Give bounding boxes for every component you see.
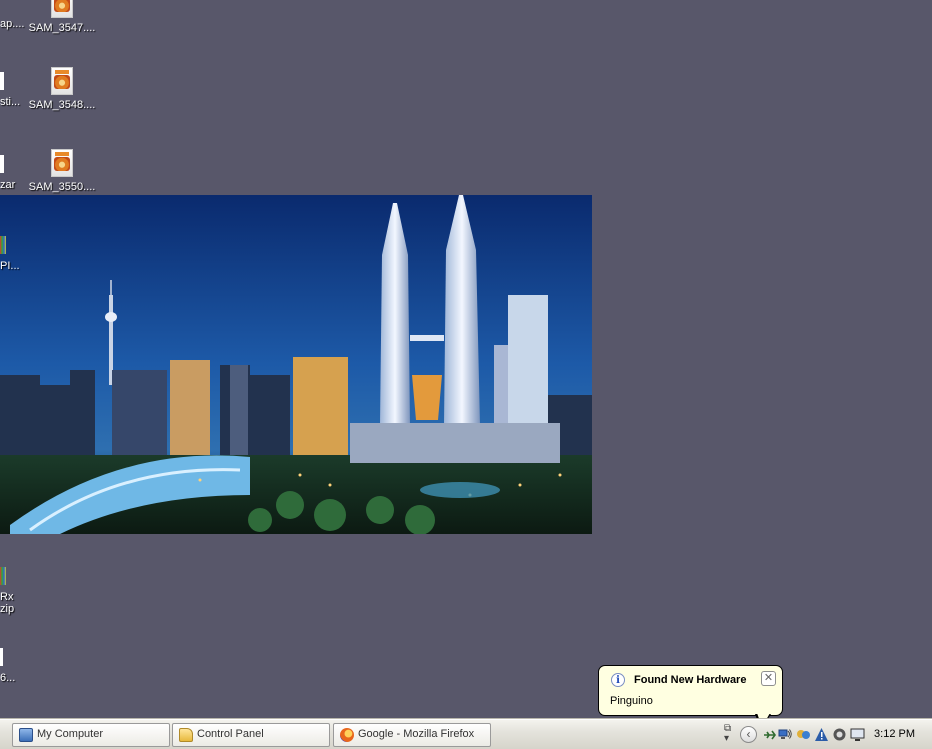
desktop-file-icon[interactable]: SAM_3550.... [24, 149, 100, 193]
desktop-icon-label: SAM_3550.... [28, 181, 96, 193]
image-file-icon [51, 0, 73, 18]
city-skyline-illustration [0, 195, 592, 534]
folder-icon [179, 728, 193, 742]
desktop-icon-label: SAM_3548.... [28, 99, 96, 111]
file-icon [0, 155, 4, 173]
desktop-icon-label: PI... [0, 260, 20, 272]
desktop-icon-label: sti... [0, 96, 21, 108]
warning-icon[interactable] [814, 727, 829, 742]
firefox-icon [340, 728, 354, 742]
taskbar-button-firefox[interactable]: Google - Mozilla Firefox [333, 723, 491, 747]
desktop-file-icon[interactable]: SAM_3548.... [24, 67, 100, 111]
taskbar-button-my-computer[interactable]: My Computer [12, 723, 170, 747]
desktop-icon-clipped[interactable]: ap.... [0, 18, 24, 30]
info-icon: i [611, 673, 625, 687]
taskbar-button-label: Google - Mozilla Firefox [358, 728, 475, 740]
wireless-icon[interactable] [796, 727, 811, 742]
taskbar: My Computer Control Panel Google - Mozil… [0, 719, 932, 749]
desktop-icon-clipped[interactable]: Rx zip [0, 567, 14, 615]
taskbar-button-label: My Computer [37, 728, 104, 740]
desktop-icon-clipped[interactable]: PI... [0, 236, 20, 272]
notification-close-button[interactable]: ✕ [761, 671, 776, 686]
archive-icon [0, 567, 6, 585]
desktop-toolbar-icon[interactable]: ⧉ ▾ [724, 724, 731, 744]
usb-icon[interactable] [762, 727, 777, 742]
clock[interactable]: 3:12 PM [874, 728, 915, 740]
desktop-icon-clipped[interactable]: sti... [0, 72, 20, 108]
show-hidden-icons-button[interactable]: ‹ [740, 726, 757, 743]
network-icon[interactable] [778, 727, 793, 742]
desktop-file-icon[interactable]: SAM_3547.... [24, 0, 100, 34]
wallpaper-image [0, 195, 592, 534]
taskbar-button-control-panel[interactable]: Control Panel [172, 723, 330, 747]
notification-message: Pinguino [610, 695, 653, 707]
desktop-icon-clipped[interactable]: 6... [0, 648, 15, 684]
desktop-icon-label: 6... [0, 672, 16, 684]
desktop-icon-label: ap.... [0, 18, 25, 30]
file-icon [0, 72, 4, 90]
desktop-icon-label: Rx [0, 591, 14, 603]
file-icon [0, 648, 3, 666]
archive-icon [0, 236, 6, 254]
desktop-icon-clipped[interactable]: zar [0, 155, 15, 191]
monitor-icon[interactable] [850, 727, 865, 742]
image-file-icon [51, 149, 73, 177]
taskbar-button-label: Control Panel [197, 728, 264, 740]
image-file-icon [51, 67, 73, 95]
desktop-icon-label: zip [0, 603, 15, 615]
notification-title: Found New Hardware [634, 674, 747, 686]
security-icon[interactable] [832, 727, 847, 742]
notification-balloon[interactable]: i Found New Hardware Pinguino ✕ [598, 665, 783, 716]
desktop-icon-label: zar [0, 179, 16, 191]
system-tray: ‹ 3:12 PM [738, 720, 932, 749]
computer-icon [19, 728, 33, 742]
desktop-icon-label: SAM_3547.... [28, 22, 96, 34]
